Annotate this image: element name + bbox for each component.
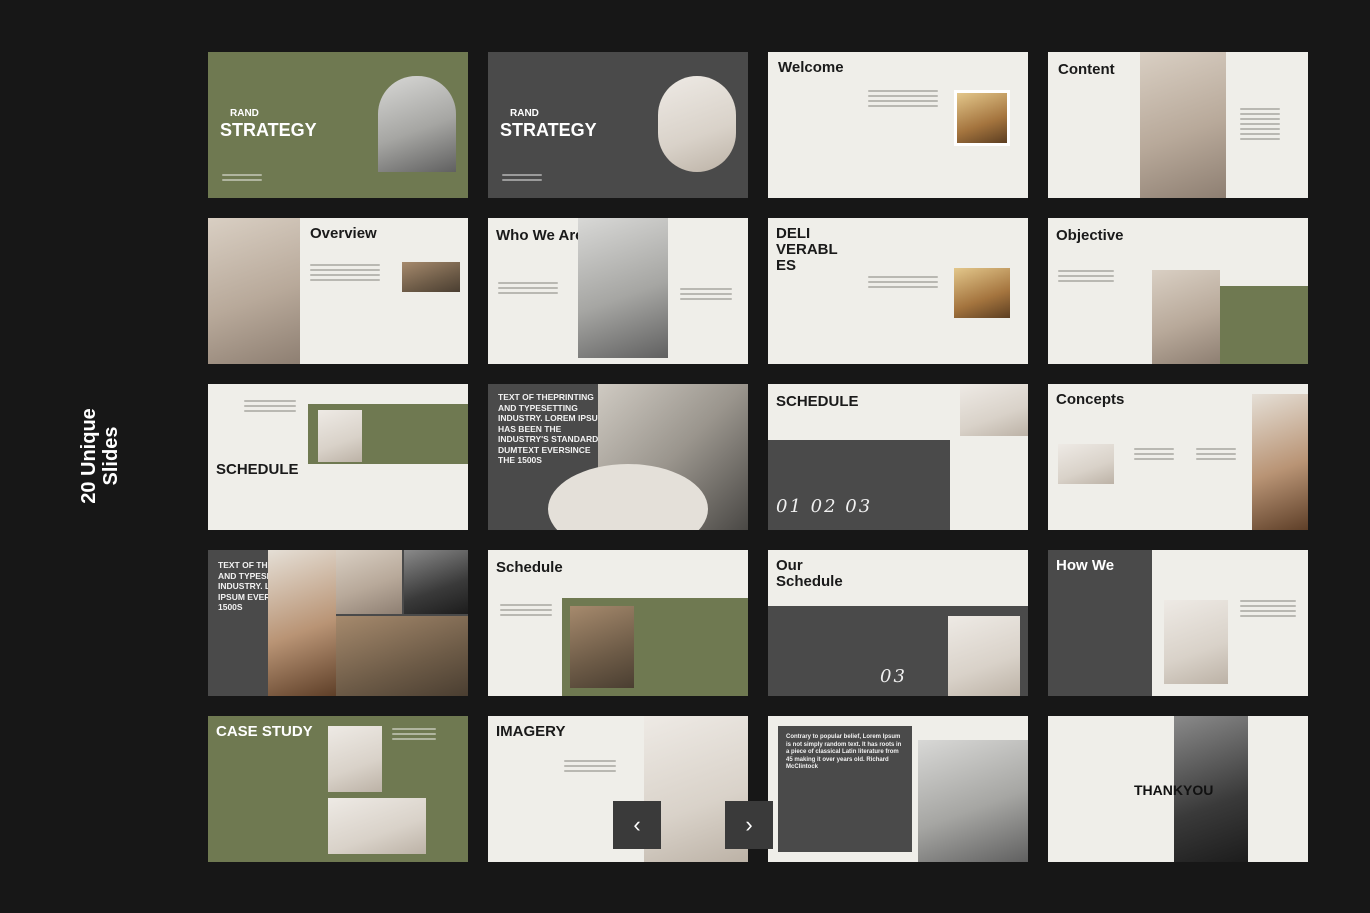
slide-title: Concepts (1056, 391, 1125, 408)
slide-quote[interactable]: Contrary to popular belief, Lorem Ipsum … (768, 716, 1028, 862)
slide-brand-strategy-dark[interactable]: RAND STRATEGY (488, 52, 748, 198)
slide-title: Objective (1056, 227, 1124, 244)
slides-grid: RAND STRATEGY RAND STRATEGY Welcome Cont… (208, 52, 1308, 862)
model-photo (1164, 600, 1228, 684)
slide-title: THANKYOU (1134, 782, 1214, 798)
slide-title: How We (1056, 557, 1115, 574)
bottles-collage-photo (336, 616, 468, 696)
slide-title: Schedule (496, 559, 563, 576)
slide-objective[interactable]: Objective (1048, 218, 1308, 364)
slide-welcome[interactable]: Welcome (768, 52, 1028, 198)
portrait-photo (954, 90, 1010, 146)
serum-bottle-photo (1252, 394, 1308, 530)
fashion-photo (954, 268, 1010, 318)
hands-photo (336, 550, 402, 614)
slide-title: CASE STUDY (216, 723, 313, 740)
slide-overview[interactable]: Overview (208, 218, 468, 364)
slide-deliverables[interactable]: DELI VERABL ES (768, 218, 1028, 364)
slide-title: Overview (310, 225, 377, 242)
chair-photo (208, 218, 300, 364)
earring-photo (570, 606, 634, 688)
slide-schedule-olive[interactable]: SCHEDULE (208, 384, 468, 530)
schedule-numbers: 01 02 03 (776, 496, 873, 517)
bottles-photo (402, 262, 460, 292)
slide-content[interactable]: Content (1048, 52, 1308, 198)
slide-schedule-dark[interactable]: SCHEDULE 01 02 03 (768, 384, 1028, 530)
desk-photo (328, 798, 426, 854)
schedule-number: 03 (880, 666, 907, 687)
prev-slide-button[interactable]: ‹ (613, 801, 661, 849)
chair-photo (1140, 52, 1226, 198)
slide-title: Content (1058, 61, 1115, 78)
hands-photo (328, 726, 382, 792)
slide-title: IMAGERY (496, 723, 566, 740)
next-slide-button[interactable]: › (725, 801, 773, 849)
slide-title: DELI VERABL ES (776, 225, 838, 274)
slide-schedule-photo[interactable]: Schedule (488, 550, 748, 696)
fabric-photo (960, 384, 1028, 436)
model-photo (948, 616, 1020, 696)
slide-our-schedule[interactable]: Our Schedule 03 (768, 550, 1028, 696)
slide-industry-text[interactable]: TEXT OF THEPRINTING AND TYPESETTING INDU… (488, 384, 748, 530)
quote-text: Contrary to popular belief, Lorem Ipsum … (786, 734, 902, 770)
slides-count-label: 20 Unique Slides (78, 408, 122, 504)
slide-title: SCHEDULE (776, 393, 859, 410)
leaf-portrait-photo (404, 550, 468, 614)
model-photo (378, 76, 456, 172)
slide-thankyou[interactable]: THANKYOU (1048, 716, 1308, 862)
slide-brand-strategy-olive[interactable]: RAND STRATEGY (208, 52, 468, 198)
group-photo (918, 740, 1028, 862)
gloves-photo (658, 76, 736, 172)
slide-subtitle: STRATEGY (220, 120, 317, 140)
slide-case-study[interactable]: CASE STUDY (208, 716, 468, 862)
slide-title: SCHEDULE (216, 461, 299, 478)
slide-subtitle: STRATEGY (500, 120, 597, 140)
back-model-photo (1152, 270, 1220, 364)
slide-how-we[interactable]: How We (1048, 550, 1308, 696)
leaf-photo (318, 410, 362, 462)
slide-title: Welcome (778, 59, 844, 76)
bottle-photo (268, 550, 336, 696)
slide-industry-collage[interactable]: TEXT OF THEPRINTING AND TYPESETTING INDU… (208, 550, 468, 696)
sitting-model-photo (578, 218, 668, 358)
slide-title: Who We Are (496, 227, 584, 244)
slide-title: Our Schedule (776, 557, 843, 590)
slide-concepts[interactable]: Concepts (1048, 384, 1308, 530)
olive-panel (1220, 286, 1308, 364)
products-photo (1058, 444, 1114, 484)
slide-who-we-are[interactable]: Who We Are (488, 218, 748, 364)
slide-text: TEXT OF THEPRINTING AND TYPESETTING INDU… (498, 392, 605, 465)
